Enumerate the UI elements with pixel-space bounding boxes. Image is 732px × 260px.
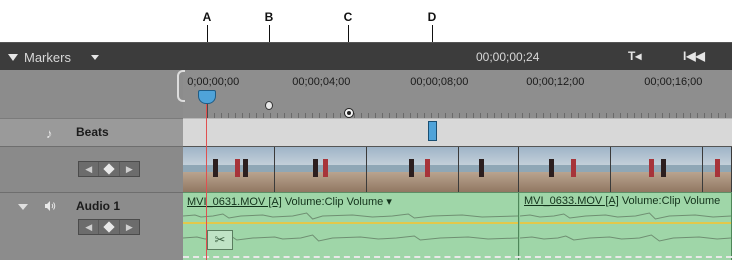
callout-a: A	[202, 10, 212, 24]
clip-title: MVI_0631.MOV [A] Volume:Clip Volume ▾	[187, 195, 392, 208]
beats-track-header: ♪ Beats	[0, 118, 183, 146]
add-keyframe-button[interactable]	[99, 162, 120, 176]
callout-b: B	[264, 10, 274, 24]
audio-track[interactable]: MVI_0631.MOV [A] Volume:Clip Volume ▾ MV…	[183, 192, 732, 260]
ruler-label-12: 00;00;12;00	[526, 76, 585, 88]
video-thumbnail	[367, 147, 459, 193]
track-bottom-divider	[183, 256, 732, 258]
time-ruler[interactable]: 0;00;00;00 00;00;04;00 00;00;08;00 00;00…	[177, 70, 732, 118]
audio-waveform	[183, 234, 518, 242]
audio-clip[interactable]: MVI_0633.MOV [A] Volume:Clip Volume	[520, 193, 732, 260]
ruler-label-0: 0;00;00;00	[187, 76, 240, 88]
clip-filename: MVI_0631.MOV [A]	[187, 196, 282, 208]
panel-collapse-icon[interactable]	[8, 53, 18, 61]
video-thumbnail	[611, 147, 703, 193]
ruler-label-4: 00;00;04;00	[292, 76, 351, 88]
ruler-left-panel	[0, 70, 183, 118]
clip-title: MVI_0633.MOV [A] Volume:Clip Volume	[524, 195, 720, 207]
audio-waveform	[183, 212, 518, 220]
video-thumbnail	[459, 147, 519, 193]
current-time-indicator[interactable]	[198, 90, 216, 104]
ruler-label-8: 00;00;08;00	[410, 76, 469, 88]
ruler-label-16: 00;00;16;00	[644, 76, 703, 88]
dropdown-arrow-icon[interactable]	[90, 54, 99, 60]
music-note-icon: ♪	[46, 126, 53, 141]
markers-label: Markers	[24, 49, 71, 65]
current-timecode[interactable]: 00;00;00;24	[476, 50, 539, 64]
clip-effect-menu[interactable]: Volume:Clip Volume	[622, 195, 720, 207]
add-keyframe-button[interactable]	[99, 220, 120, 234]
set-in-marker-icon[interactable]: T◂	[628, 49, 641, 63]
audio-track-header: Audio 1 ◀ ▶	[0, 192, 183, 260]
clip-effect-menu[interactable]: Volume:Clip Volume	[285, 196, 383, 208]
work-area-start-handle[interactable]	[177, 70, 185, 102]
video-track-header: ◀ ▶	[0, 146, 183, 192]
video-thumbnail	[703, 147, 732, 193]
audio-waveform	[520, 234, 731, 242]
video-thumbnail	[275, 147, 367, 193]
ruler-major-tick	[207, 102, 208, 118]
clip-marker-b[interactable]	[265, 101, 273, 110]
callout-c: C	[343, 10, 353, 24]
callout-d: D	[427, 10, 437, 24]
beats-label: Beats	[76, 125, 109, 139]
effect-dropdown-icon[interactable]: ▾	[383, 196, 392, 208]
next-keyframe-button[interactable]: ▶	[120, 220, 139, 234]
next-keyframe-button[interactable]: ▶	[120, 162, 139, 176]
video-track[interactable]	[183, 146, 732, 193]
playhead-line	[206, 104, 207, 260]
scissors-icon[interactable]: ✂	[207, 230, 233, 250]
beat-marker-d[interactable]	[428, 121, 437, 141]
video-keyframe-nav: ◀ ▶	[78, 161, 140, 177]
clip-filename: MVI_0633.MOV [A]	[524, 195, 619, 207]
prev-keyframe-button[interactable]: ◀	[79, 162, 100, 176]
volume-rubber-band[interactable]	[520, 222, 731, 224]
markers-menu-button[interactable]: Markers	[8, 48, 99, 66]
volume-rubber-band[interactable]	[183, 222, 518, 224]
video-thumbnail	[519, 147, 611, 193]
timeline-marker-c[interactable]	[344, 108, 354, 118]
prev-keyframe-button[interactable]: ◀	[79, 220, 100, 234]
go-to-start-icon[interactable]: I◀◀	[683, 49, 705, 63]
audio-clip[interactable]: MVI_0631.MOV [A] Volume:Clip Volume ▾	[183, 193, 519, 260]
audio-keyframe-nav: ◀ ▶	[78, 219, 140, 235]
video-thumbnail	[183, 147, 275, 193]
audio-track-label: Audio 1	[76, 199, 120, 213]
beats-track[interactable]	[183, 118, 732, 146]
expand-track-icon[interactable]	[18, 204, 28, 210]
keyframe-diamond-icon	[103, 163, 115, 175]
audio-waveform	[520, 212, 731, 220]
timeline-header: Markers 00;00;00;24 T◂ I◀◀	[0, 42, 732, 70]
keyframe-diamond-icon	[103, 221, 115, 233]
speaker-icon[interactable]	[44, 200, 56, 212]
